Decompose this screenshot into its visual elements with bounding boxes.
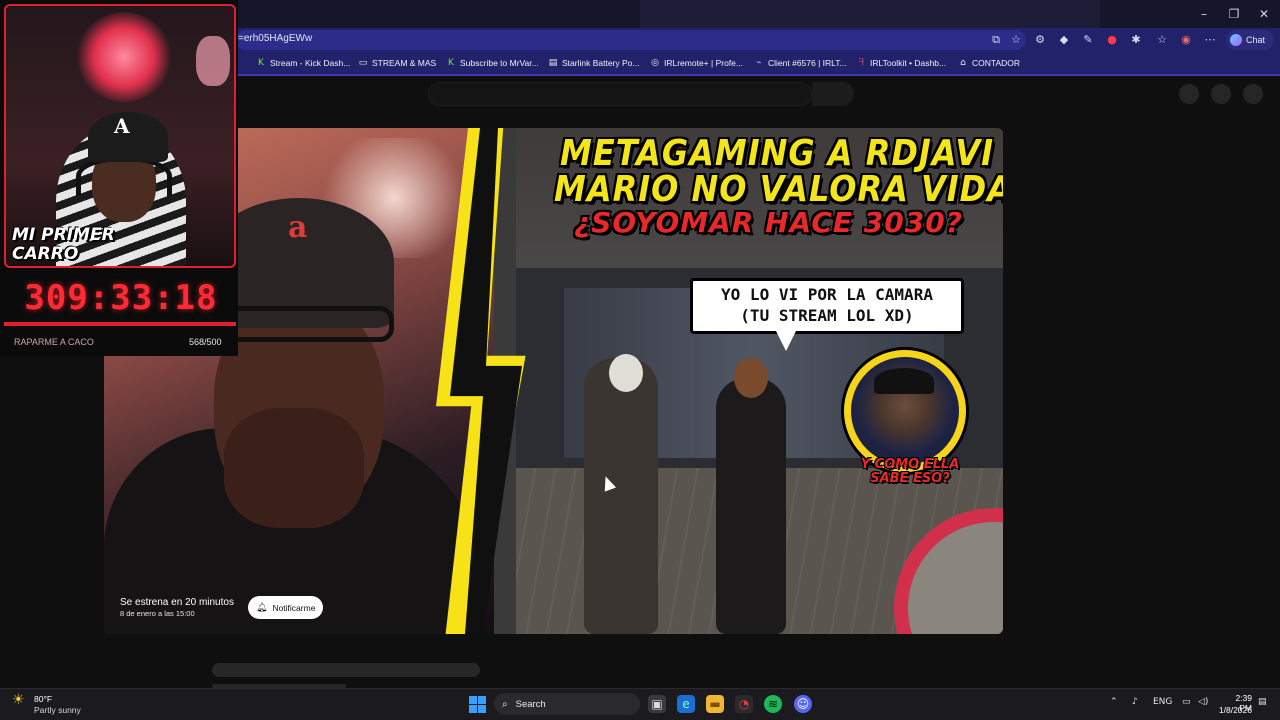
reaction-caption-line: Y COMO ELLA [860, 457, 960, 472]
goal-count: 568/500 [189, 337, 222, 347]
globe-icon: ◎ [651, 58, 659, 68]
subathon-timer: 309:33:18 [6, 276, 236, 320]
speech-bubble-line: (TU STREAM LOL XD) [740, 306, 914, 325]
maximize-icon[interactable]: ❐ [1226, 6, 1242, 22]
bell-icon: 🔔︎ [256, 602, 268, 613]
account-avatar[interactable] [1243, 84, 1263, 104]
file-explorer-icon[interactable]: ▬ [706, 695, 724, 713]
spotify-icon[interactable]: ≋ [764, 695, 782, 713]
pink-decoration [196, 36, 230, 86]
extension-diamond-icon[interactable]: ◆ [1056, 32, 1072, 48]
weather-sun-icon[interactable]: ☀ [12, 692, 32, 712]
neon-sign [76, 12, 172, 102]
speech-bubble-text: YO LO VI POR LA CAMARA (TU STREAM LOL XD) [690, 284, 964, 326]
reaction-person-cap [874, 368, 934, 394]
url-text[interactable]: =erh05HAgEWw [238, 33, 312, 44]
premiere-date: 8 de enero a las 15:00 [120, 609, 195, 618]
contador-icon: ⌂ [960, 58, 966, 68]
address-bar[interactable] [236, 30, 1026, 50]
extension-pen-icon[interactable]: ✎ [1080, 32, 1096, 48]
game-character-1-head [609, 354, 643, 392]
goal-label: RAPARME A CACO [14, 337, 94, 347]
bookmark-item[interactable]: ᖷ IRLToolkit • Dashb... [856, 56, 946, 70]
speech-bubble-line: YO LO VI POR LA CAMARA [721, 285, 933, 304]
copilot-chat-button[interactable]: Chat [1226, 30, 1274, 50]
extension-record-icon[interactable]: ● [1104, 32, 1120, 48]
kick-icon: K [448, 58, 454, 68]
search-icon: ⌕ [502, 698, 508, 710]
youtube-search-button[interactable] [812, 82, 854, 106]
goal-progress-fill [4, 322, 236, 326]
reaction-caption: Y COMO ELLA SABE ESO? [820, 458, 1000, 486]
favorites-icon[interactable]: ☆ [1154, 32, 1170, 48]
bookmark-item[interactable]: ▤ Starlink Battery Po... [548, 56, 640, 70]
thumbnail-title-line-3: ¿SOYOMAR HACE 3030? [574, 206, 963, 239]
goal-title: MI PRIMER CARRO [12, 226, 115, 264]
bookmark-item[interactable]: ◎ IRLremote+ | Profe... [650, 56, 743, 70]
game-character-2 [716, 378, 786, 634]
bookmark-item[interactable]: ⌁ Client #6576 | IRLT... [754, 56, 846, 70]
kick-icon: K [258, 58, 264, 68]
taskbar-search-label: Search [515, 698, 546, 710]
loading-placeholder [212, 663, 480, 677]
discord-icon[interactable]: ☺ [794, 695, 812, 713]
video-thumbnail[interactable]: a METAGAMING A RDJAVI MARIO NO VALORA VI… [104, 128, 1003, 634]
thumbnail-title-line-2: MARIO NO VALORA VIDA [554, 168, 1003, 210]
extension-icon[interactable]: ⚙ [1032, 32, 1048, 48]
language-indicator[interactable]: ENG [1153, 697, 1172, 707]
notification-bell-icon[interactable]: ▤ [1258, 697, 1267, 707]
create-icon[interactable] [1179, 84, 1199, 104]
folder-icon: ▭ [358, 58, 368, 68]
notifications-icon[interactable] [1211, 84, 1231, 104]
more-menu-icon[interactable]: ⋯ [1202, 32, 1218, 48]
page-icon: ▤ [548, 58, 558, 68]
bookmark-item[interactable]: ▭ STREAM & MAS [358, 56, 437, 70]
microphone-icon[interactable]: ♪ [1132, 697, 1138, 707]
taskbar-search[interactable]: ⌕ Search [494, 693, 640, 715]
reaction-caption-line: SABE ESO? [870, 471, 950, 486]
speech-bubble-tail [776, 331, 796, 351]
irltoolkit-icon: ᖷ [858, 58, 864, 68]
bookmark-item[interactable]: ⌂ CONTADOR [958, 56, 1020, 70]
start-button[interactable] [469, 696, 486, 713]
bookmark-item[interactable]: K Subscribe to MrVar... [446, 56, 539, 70]
athletics-logo-icon: A [114, 114, 130, 138]
youtube-search-input[interactable] [428, 82, 812, 106]
game-character-1 [584, 358, 658, 634]
notify-label: Notificarme [272, 602, 316, 613]
goal-title-line: MI PRIMER [12, 225, 115, 245]
weather-description[interactable]: Partly sunny [34, 705, 81, 715]
open-in-app-icon[interactable]: ⧉ [988, 32, 1004, 48]
goal-title-line: CARRO [12, 244, 79, 264]
obs-icon[interactable]: ◔ [735, 695, 753, 713]
profile-avatar-icon[interactable]: ◉ [1178, 32, 1194, 48]
premiere-title: Se estrena en 20 minutos [120, 597, 234, 608]
bookmark-item[interactable]: K Stream - Kick Dash... [256, 56, 350, 70]
tray-overflow-icon[interactable]: ⌃ [1110, 697, 1118, 707]
favorite-star-icon[interactable]: ☆ [1008, 32, 1024, 48]
edge-browser-icon[interactable]: e [677, 695, 695, 713]
game-character-2-head [734, 358, 768, 398]
tab-strip[interactable] [640, 0, 1100, 28]
volume-icon[interactable]: ◁) [1198, 697, 1208, 707]
task-view-icon[interactable]: ▣ [648, 695, 666, 713]
chat-label: Chat [1246, 35, 1266, 45]
copilot-icon [1230, 34, 1242, 46]
network-icon[interactable]: ▭ [1182, 697, 1191, 707]
client-icon: ⌁ [756, 58, 762, 68]
close-icon[interactable]: ✕ [1256, 6, 1272, 22]
headset-icon [76, 156, 172, 196]
weather-temperature[interactable]: 80°F [34, 694, 52, 704]
notify-me-button[interactable]: 🔔︎ Notificarme [248, 596, 323, 619]
windows-taskbar [0, 688, 1280, 720]
cap-logo-icon: a [288, 210, 308, 245]
minimize-icon[interactable]: – [1196, 6, 1212, 22]
stream-overlay: A MI PRIMER CARRO 309:33:18 RAPARME A CAC… [0, 0, 238, 356]
extensions-puzzle-icon[interactable]: ✱ [1128, 32, 1144, 48]
thumbnail-person-hand [224, 408, 364, 528]
clock-date[interactable]: 1/8/2026 [1216, 705, 1252, 715]
thumbnail-glasses [224, 306, 394, 342]
